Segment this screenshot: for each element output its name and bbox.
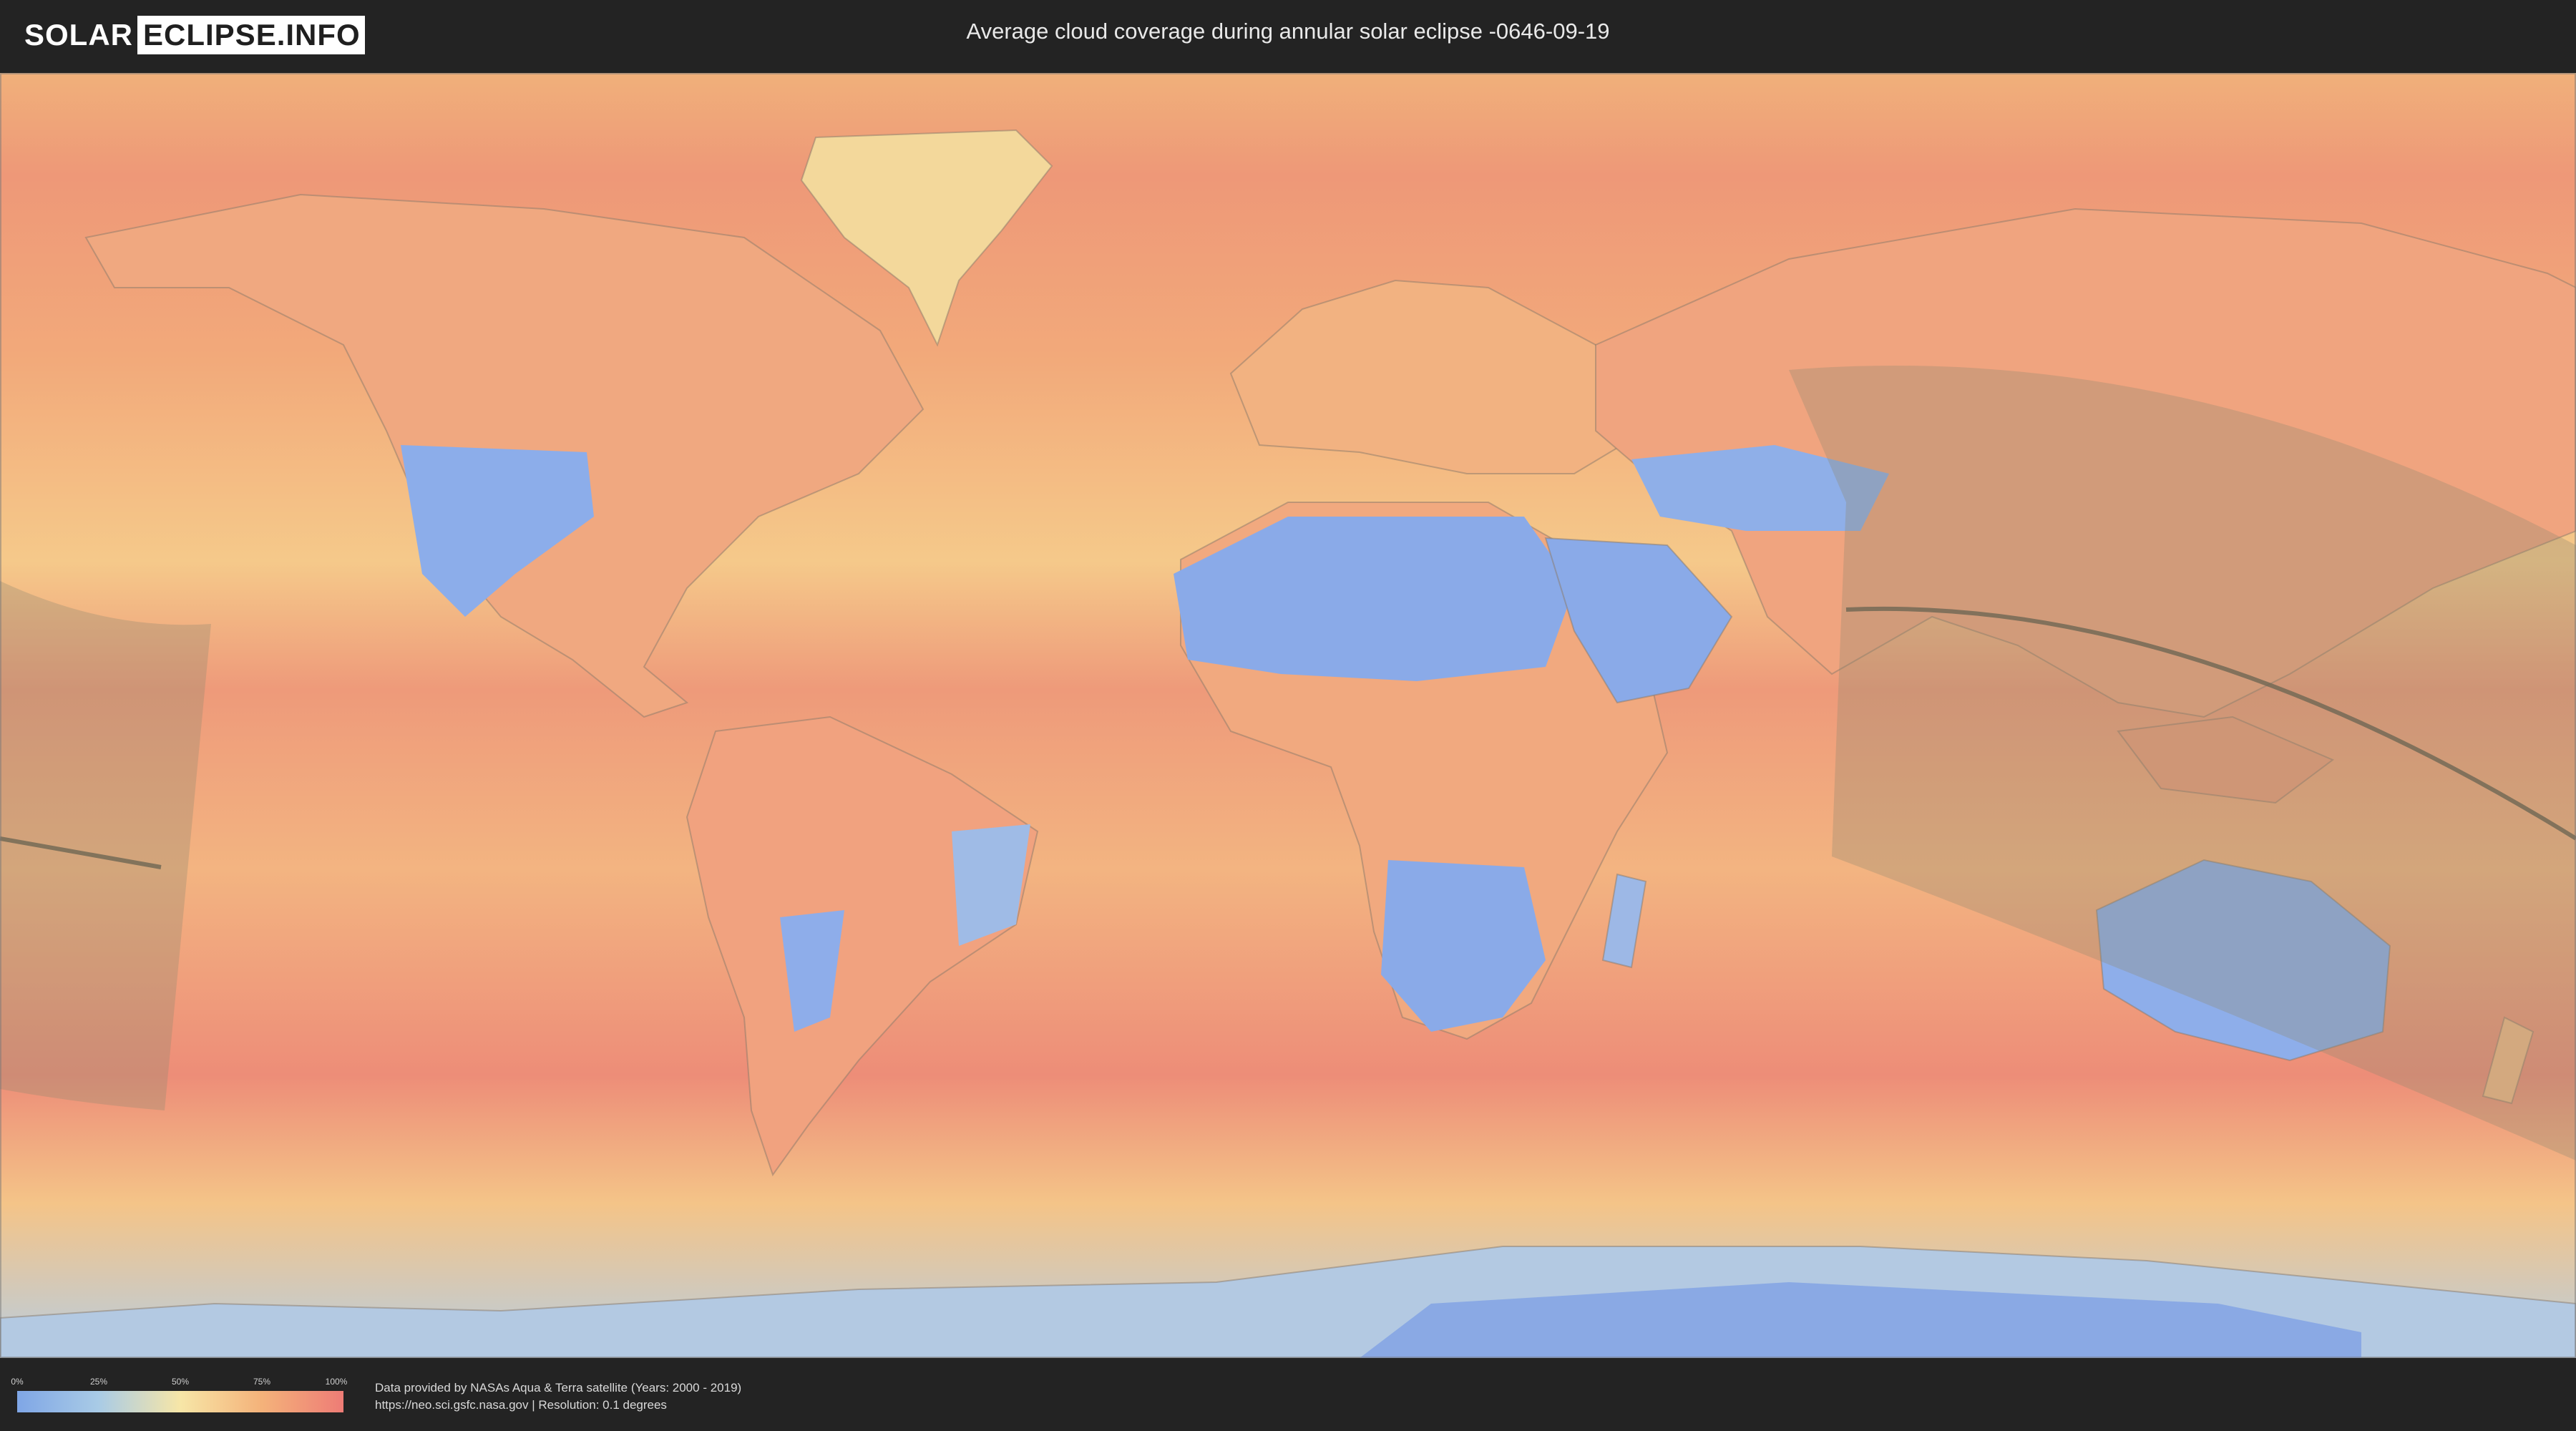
data-credits: Data provided by NASAs Aqua & Terra sate…	[375, 1379, 741, 1414]
legend-tick-50: 50%	[171, 1377, 190, 1387]
cloud-coverage-map	[0, 73, 2576, 1359]
legend-color-bar	[17, 1391, 343, 1412]
credits-url[interactable]: https://neo.sci.gsfc.nasa.gov | Resoluti…	[375, 1397, 741, 1414]
credits-source: Data provided by NASAs Aqua & Terra sate…	[375, 1381, 742, 1395]
footer: 0% 25% 50% 75% 100% Data provided by NAS…	[0, 1358, 2576, 1431]
header: SOLAR ECLIPSE.INFO Average cloud coverag…	[0, 0, 2576, 72]
world-map-svg	[0, 73, 2576, 1359]
legend-tick-0: 0%	[11, 1377, 24, 1387]
legend-tick-25: 25%	[89, 1377, 108, 1387]
page-title: Average cloud coverage during annular so…	[966, 19, 1610, 44]
legend-tick-100: 100%	[325, 1377, 348, 1387]
legend-tick-75: 75%	[253, 1377, 271, 1387]
